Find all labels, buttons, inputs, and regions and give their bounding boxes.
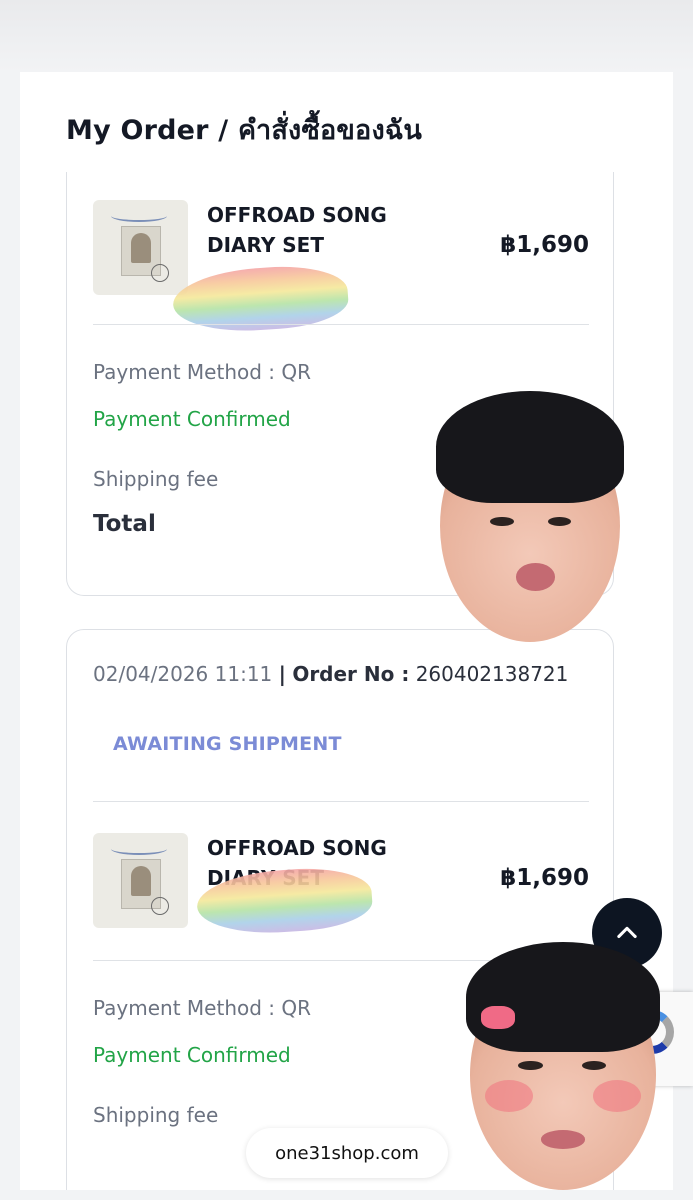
product-price: ฿1,690 — [500, 232, 589, 258]
face-sticker — [466, 941, 660, 1190]
order-no-label: Order No : — [292, 662, 410, 686]
total-label: Total — [93, 511, 156, 537]
chevron-up-icon — [617, 926, 637, 939]
browser-url-bar[interactable]: one31shop.com — [246, 1128, 448, 1178]
divider — [93, 801, 589, 802]
top-fade — [0, 0, 693, 72]
page-title: My Order / คำสั่งซื้อของฉัน — [66, 115, 423, 146]
product-thumbnail[interactable] — [93, 833, 188, 928]
product-price: ฿1,690 — [500, 865, 589, 891]
product-thumbnail[interactable] — [93, 200, 188, 295]
face-sticker — [436, 391, 624, 642]
order-date: 02/04/2026 11:11 — [93, 662, 273, 686]
divider — [93, 324, 589, 325]
order-meta: 02/04/2026 11:11 | Order No : 2604021387… — [93, 662, 568, 686]
meta-separator: | — [278, 662, 286, 686]
order-number: 260402138721 — [415, 662, 569, 686]
shipping-fee-label: Shipping fee — [93, 467, 219, 491]
payment-method: Payment Method : QR — [93, 360, 312, 384]
product-name[interactable]: OFFROAD SONG DIARY SET — [207, 200, 447, 260]
payment-status: Payment Confirmed — [93, 1043, 291, 1067]
payment-method: Payment Method : QR — [93, 996, 312, 1020]
order-status: AWAITING SHIPMENT — [113, 733, 342, 755]
payment-status: Payment Confirmed — [93, 407, 291, 431]
url-text: one31shop.com — [275, 1142, 419, 1164]
shipping-fee-label: Shipping fee — [93, 1103, 219, 1127]
